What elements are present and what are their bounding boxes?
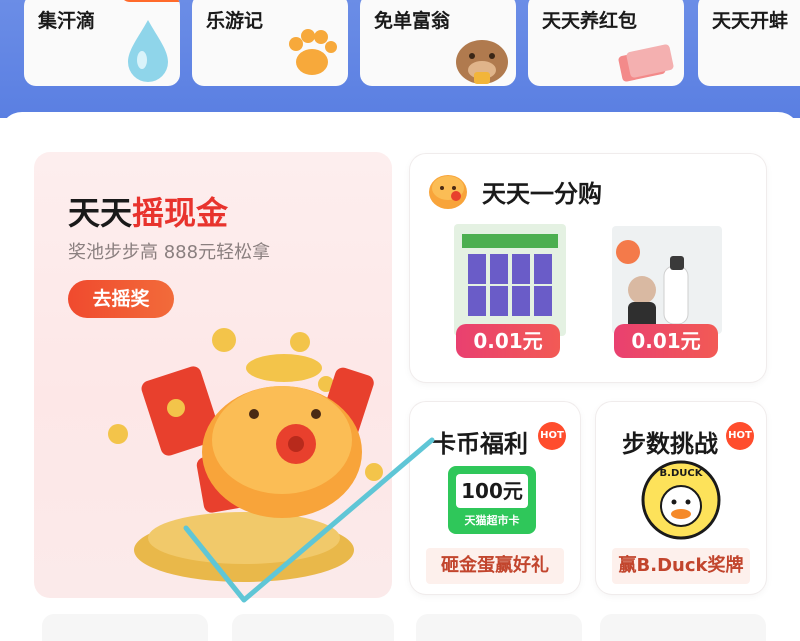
bottom-entry-view[interactable]	[416, 614, 582, 641]
top-card-label: 免单富翁	[374, 10, 451, 32]
shake-cash-subtitle: 奖池步步高 888元轻松拿	[68, 242, 271, 263]
product-price-tag: 0.01元	[614, 324, 718, 358]
shake-cash-title: 天天摇现金	[68, 194, 229, 232]
top-card-label: 乐游记	[206, 10, 264, 32]
voucher-label: 天猫超市卡	[464, 514, 520, 527]
one-cent-purchase-card[interactable]: 天天一分购 0.01元 0.01元	[410, 154, 766, 382]
beauty-device-graphic	[616, 240, 689, 332]
red-envelope-icon	[618, 44, 674, 82]
shake-cash-card[interactable]: 天天摇现金 奖池步步高 888元轻松拿 去摇奖	[34, 152, 392, 598]
step-challenge-title: 步数挑战	[622, 430, 718, 458]
top-card-label: 天天养红包	[542, 10, 638, 32]
card-coin-title: 卡币福利	[432, 430, 528, 458]
pig-icon	[429, 175, 467, 209]
capybara-icon	[456, 40, 508, 84]
card-coin-welfare-card[interactable]: 卡币福利 HOT 100元 天猫超市卡 砸金蛋赢好礼	[410, 402, 580, 594]
laundry-pods-graphic	[462, 234, 558, 316]
top-card-open-clam[interactable]: 天天开蚌	[698, 0, 800, 86]
product-price-tag: 0.01元	[456, 324, 560, 358]
voucher-amount: 100元	[456, 474, 528, 508]
top-badge	[120, 0, 180, 2]
water-drop-icon	[128, 20, 168, 82]
beauty-device-product-image[interactable]	[612, 226, 722, 334]
top-card-red-packet[interactable]: 天天养红包	[528, 0, 684, 86]
card-coin-caption: 砸金蛋赢好礼	[426, 548, 564, 584]
bottom-entry-lottery[interactable]	[232, 614, 394, 641]
top-card-label: 集汗滴	[38, 10, 96, 32]
supermarket-card-voucher: 100元 天猫超市卡	[448, 466, 536, 534]
bottom-entry-mystery-box[interactable]	[42, 614, 208, 641]
hot-badge: HOT	[538, 422, 566, 450]
top-card-free-order[interactable]: 免单富翁	[360, 0, 516, 86]
top-card-label: 天天开蚌	[712, 10, 789, 32]
lucky-pig-illustration	[108, 328, 383, 582]
step-challenge-card[interactable]: 步数挑战 HOT B.DUCK 赢B.Duck奖牌	[596, 402, 766, 594]
bottom-entry-fund[interactable]	[600, 614, 766, 641]
hot-badge: HOT	[726, 422, 754, 450]
top-card-travel[interactable]: 乐游记	[192, 0, 348, 86]
go-shake-button[interactable]: 去摇奖	[68, 280, 174, 318]
paw-icon	[289, 29, 337, 75]
one-cent-title: 天天一分购	[482, 180, 602, 208]
top-card-sweat-drops[interactable]: 集汗滴	[24, 0, 180, 86]
step-challenge-caption: 赢B.Duck奖牌	[612, 548, 750, 584]
laundry-pods-product-image[interactable]	[454, 224, 566, 336]
bduck-medal-label: B.DUCK	[659, 468, 703, 479]
